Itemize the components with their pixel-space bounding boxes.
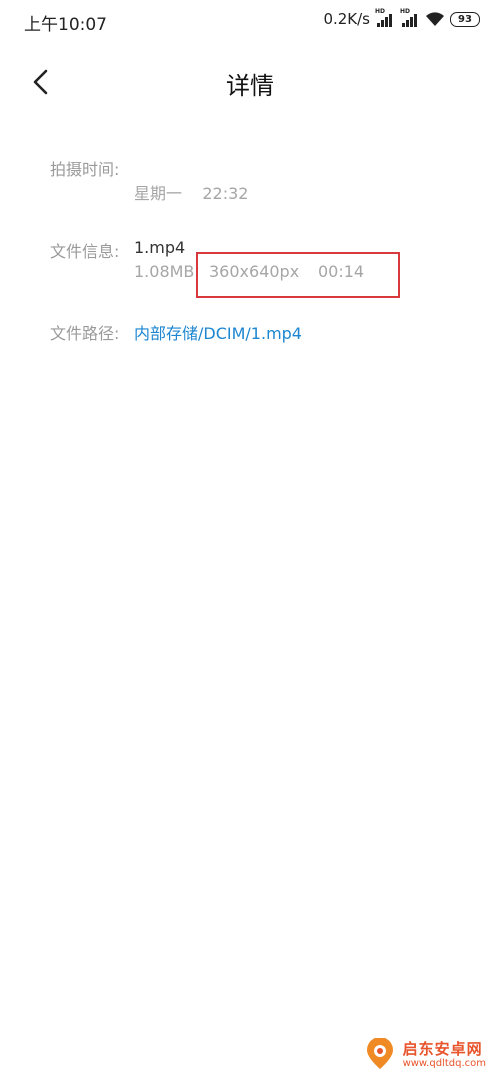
status-bar: 上午10:07 0.2K/s HD HD 93	[0, 0, 500, 44]
watermark-url: www.qdltdq.com	[402, 1057, 486, 1069]
page-title: 详情	[226, 72, 274, 100]
hd-badge: HD	[400, 8, 411, 15]
file-path-label: 文件路径:	[50, 324, 120, 343]
watermark-logo-icon	[366, 1038, 393, 1069]
title-bar: 详情	[0, 58, 500, 108]
highlight-annotation-box	[196, 252, 400, 298]
battery-icon: 93	[450, 11, 480, 27]
detail-screen: 上午10:07 0.2K/s HD HD 93 详情 拍摄时间: 星期一 22:…	[0, 0, 500, 1084]
capture-time-label: 拍摄时间:	[50, 160, 120, 179]
signal-icon-sim1: HD	[375, 8, 395, 27]
file-size: 1.08MB	[134, 262, 195, 281]
signal-icon-sim2: HD	[400, 8, 420, 27]
file-name: 1.mp4	[134, 238, 186, 257]
status-time: 上午10:07	[24, 15, 107, 35]
network-speed: 0.2K/s	[323, 10, 370, 28]
file-info-label: 文件信息:	[50, 242, 120, 261]
status-indicators: 0.2K/s HD HD 93	[323, 8, 480, 28]
watermark-text: 启东安卓网 www.qdltdq.com	[403, 1041, 486, 1069]
wifi-icon	[426, 12, 444, 26]
file-path-link[interactable]: 内部存储/DCIM/1.mp4	[134, 320, 302, 344]
watermark-name: 启东安卓网	[402, 1040, 483, 1059]
hd-badge: HD	[375, 8, 386, 15]
capture-time-value: 星期一 22:32	[134, 184, 249, 203]
watermark: 启东安卓网 www.qdltdq.com	[363, 1038, 486, 1072]
